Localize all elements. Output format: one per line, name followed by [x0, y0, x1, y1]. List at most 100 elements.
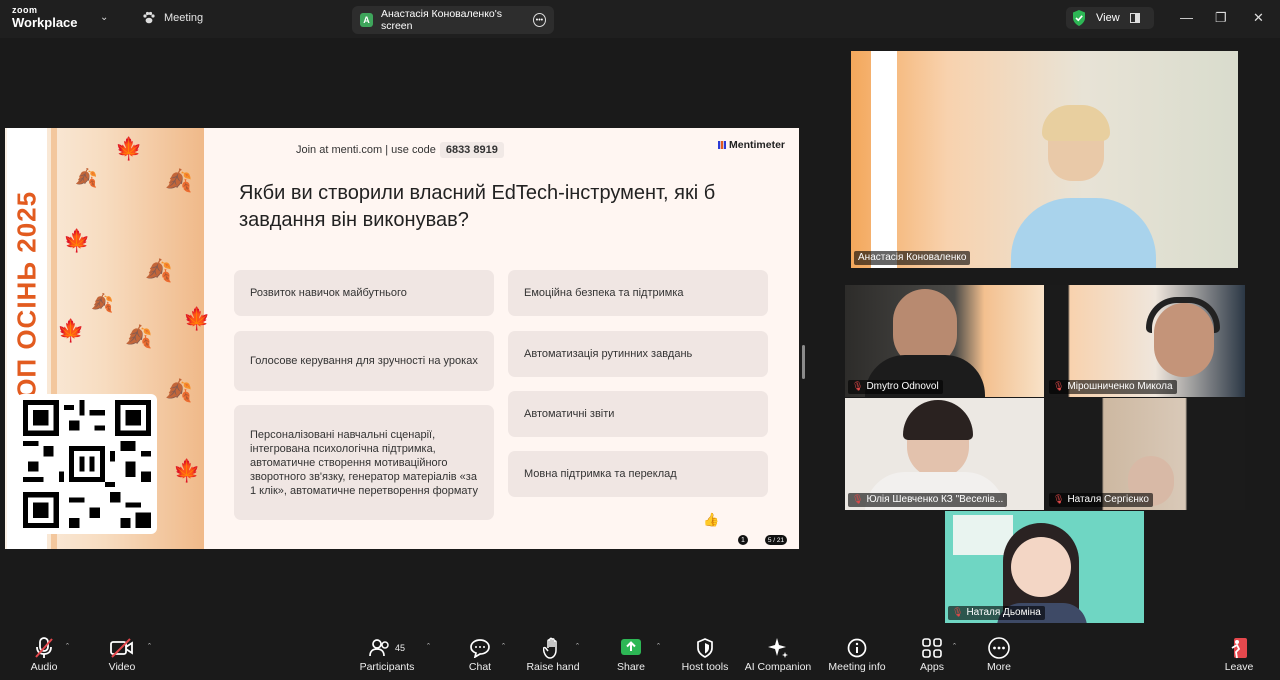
meeting-info-button[interactable]: Meeting info — [826, 630, 888, 680]
ai-companion-label: AI Companion — [744, 661, 812, 673]
host-tools-button[interactable]: Host tools — [680, 630, 730, 680]
chevron-up-icon[interactable]: ˆ — [66, 642, 69, 652]
chevron-down-icon[interactable]: ⌄ — [100, 12, 108, 23]
answer-option: Автоматизація рутинних завдань — [508, 331, 768, 377]
headset-icon — [1146, 297, 1220, 333]
participants-button[interactable]: 45 Participants — [356, 630, 418, 680]
leaf-icon: 🍂 — [75, 168, 98, 188]
raise-hand-label: Raise hand — [526, 661, 580, 673]
leaf-icon: 🍂 — [125, 324, 153, 349]
more-label: More — [987, 661, 1011, 673]
participant-name: 🎙 Наталя Дьоміна — [948, 606, 1045, 620]
answer-option: Автоматичні звіти — [508, 391, 768, 437]
slide-page-indicator: 5 / 21 — [765, 535, 787, 545]
video-tile[interactable]: 🎙 Наталя Сергієнко — [1046, 398, 1245, 510]
info-icon — [847, 638, 867, 658]
participant-name: 🎙 Dmytro Odnovol — [848, 380, 943, 394]
leaf-icon: 🍁 — [63, 228, 91, 253]
answer-option: Голосове керування для зручності на урок… — [234, 331, 494, 391]
leave-icon — [1231, 638, 1247, 659]
mentimeter-logo: Mentimeter — [718, 139, 785, 151]
raise-hand-button[interactable]: Raise hand — [526, 630, 580, 680]
zoom-logo[interactable]: zoom Workplace — [12, 5, 78, 30]
more-icon[interactable]: ••• — [532, 13, 546, 27]
view-button[interactable]: View — [1066, 7, 1154, 29]
leave-button[interactable]: Leave — [1220, 630, 1258, 680]
shield-icon — [697, 638, 713, 658]
apps-icon — [922, 638, 942, 658]
leaf-icon: 🍂 — [165, 378, 193, 403]
join-instructions: Join at menti.com | use code 6833 8919 — [296, 142, 504, 158]
close-icon[interactable]: ✕ — [1253, 10, 1264, 26]
leaf-icon: 🍂 — [91, 293, 114, 313]
title-bar: zoom Workplace ⌄ Meeting A Анастасія Кон… — [0, 0, 1280, 38]
apps-button[interactable]: Apps — [916, 630, 948, 680]
mentimeter-slide: 2025 ТОП ОСІНЬ 2025 🍁 🍂 🍂 🍁 🍂 🍂 🍁 🍁 🍂 🍂 … — [5, 128, 799, 549]
view-label: View — [1096, 12, 1120, 24]
chevron-up-icon[interactable]: ˆ — [148, 642, 151, 652]
restore-icon[interactable]: ❐ — [1215, 10, 1227, 26]
share-screen-icon — [621, 639, 641, 655]
audio-button[interactable]: Audio — [22, 630, 66, 680]
shield-icon — [1073, 10, 1085, 26]
leaf-icon: 🍁 — [183, 306, 211, 331]
chevron-up-icon[interactable]: ˆ — [953, 642, 956, 652]
avatar-face — [1011, 537, 1071, 597]
mentimeter-icon — [718, 141, 726, 149]
join-code: 6833 8919 — [439, 142, 504, 158]
participant-name: 🎙 Юлія Шевченко КЗ "Веселів... — [848, 493, 1008, 507]
minimize-icon[interactable]: — — [1180, 10, 1193, 25]
apps-label: Apps — [920, 661, 944, 673]
slide-decoration: 2025 ТОП ОСІНЬ 2025 🍁 🍂 🍂 🍁 🍂 🍂 🍁 🍁 🍂 🍂 … — [5, 128, 210, 549]
chat-button[interactable]: Chat — [460, 630, 500, 680]
meeting-info-label: Meeting info — [828, 661, 886, 673]
more-icon — [988, 637, 1010, 659]
paw-icon — [143, 11, 155, 24]
question-title: Якби ви створили власний EdTech-інструме… — [239, 182, 716, 231]
join-text: Join at menti.com | use code — [296, 144, 436, 156]
video-tile-presenter[interactable]: Анастасія Коноваленко — [851, 51, 1238, 268]
brand-top: zoom — [12, 5, 38, 15]
leaf-icon: 🍂 — [145, 258, 173, 283]
share-button[interactable]: Share — [612, 630, 650, 680]
more-button[interactable]: More — [982, 630, 1016, 680]
hand-icon — [543, 637, 557, 659]
participants-icon — [369, 639, 389, 657]
tab-shared-screen[interactable]: A Анастасія Коноваленко's screen ••• — [352, 6, 554, 34]
participant-count-badge: 1 — [738, 535, 748, 545]
chevron-up-icon[interactable]: ˆ — [657, 642, 660, 652]
meeting-toolbar: Audio ˆ Video ˆ 45 Participants ˆ Chat ˆ… — [0, 630, 1280, 680]
brand-bottom: Workplace — [12, 15, 78, 30]
video-tile[interactable]: 🎙 Мірошниченко Микола — [1046, 285, 1245, 397]
answer-option: Мовна підтримка та переклад — [508, 451, 768, 497]
audio-label: Audio — [30, 661, 58, 673]
video-button[interactable]: Video — [100, 630, 144, 680]
camera-off-icon — [110, 638, 133, 658]
tab-meeting[interactable]: Meeting — [142, 11, 203, 25]
tab-meeting-label: Meeting — [164, 12, 204, 24]
mic-off-icon: 🎙 — [852, 381, 864, 391]
participant-hair — [903, 400, 973, 440]
qr-code — [17, 394, 157, 534]
chevron-up-icon[interactable]: ˆ — [576, 642, 579, 652]
leaf-icon: 🍁 — [173, 458, 201, 483]
video-tile[interactable]: 🎙 Dmytro Odnovol — [845, 285, 1044, 397]
answer-option: Емоційна безпека та підтримка — [508, 270, 768, 316]
mic-muted-icon — [35, 637, 53, 658]
chevron-up-icon[interactable]: ˆ — [502, 642, 505, 652]
chat-label: Chat — [468, 661, 492, 673]
leaf-icon: 🍂 — [165, 168, 193, 193]
leaf-icon: 🍁 — [115, 136, 143, 161]
leave-label: Leave — [1224, 661, 1254, 673]
mic-off-icon: 🎙 — [1053, 381, 1065, 391]
video-label: Video — [108, 661, 136, 673]
mic-off-icon: 🎙 — [852, 494, 864, 504]
video-tile[interactable]: 🎙 Юлія Шевченко КЗ "Веселів... — [845, 398, 1044, 510]
resize-handle[interactable] — [802, 345, 805, 379]
ai-companion-button[interactable]: AI Companion — [744, 630, 812, 680]
answer-option: Персоналізовані навчальні сценарії, інте… — [234, 405, 494, 520]
tab-screen-label: Анастасія Коноваленко's screen — [380, 8, 503, 32]
participant-name: 🎙 Наталя Сергієнко — [1049, 493, 1153, 507]
video-tile[interactable]: 🎙 Наталя Дьоміна — [945, 511, 1144, 623]
chevron-up-icon[interactable]: ˆ — [427, 642, 430, 652]
